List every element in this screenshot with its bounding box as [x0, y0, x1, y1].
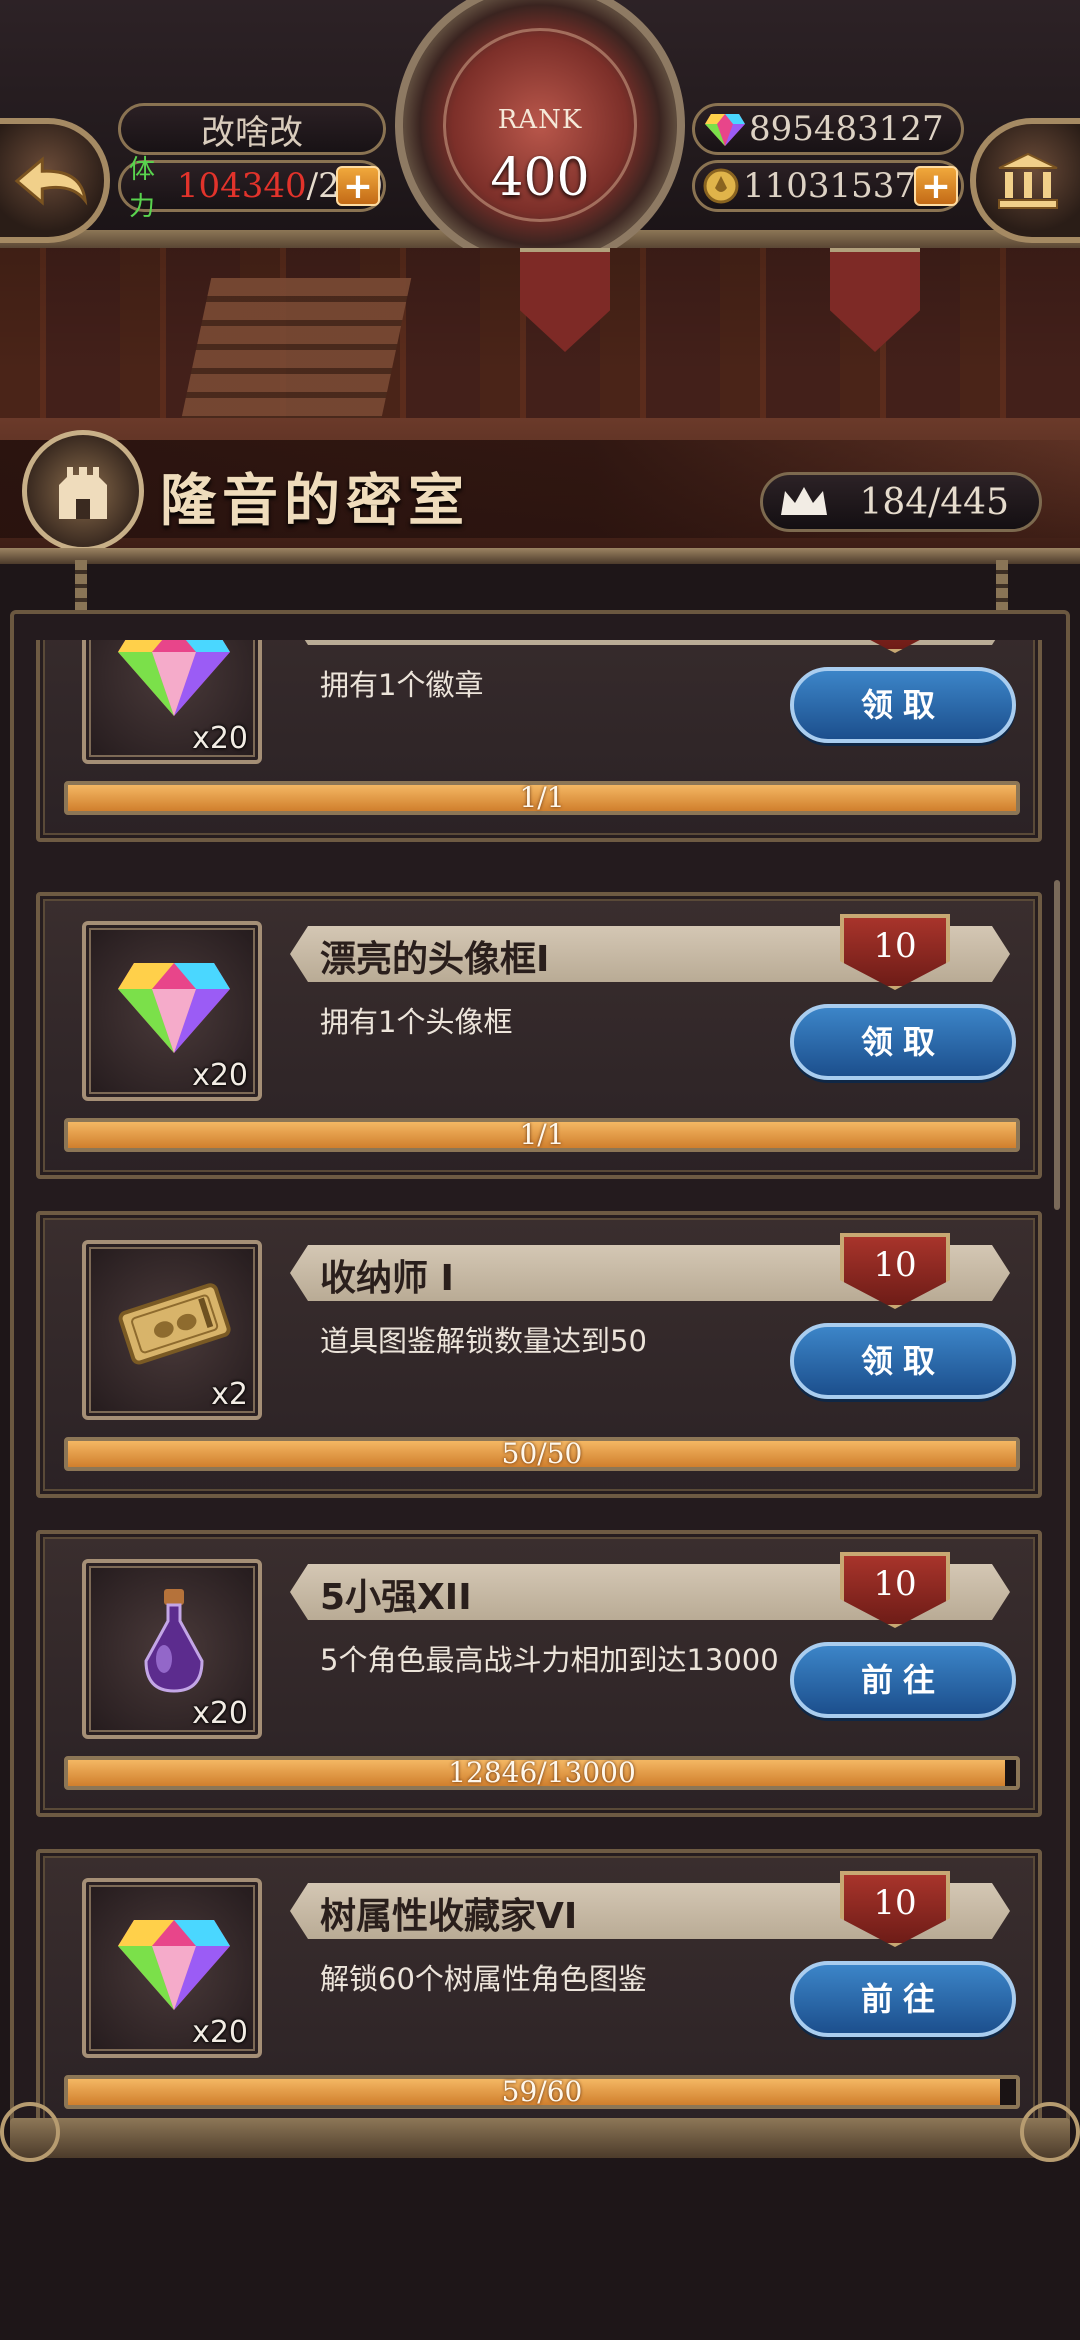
reward-slot[interactable]: x20: [82, 1559, 262, 1739]
collection-count: 184/445: [859, 481, 1009, 523]
chain-decoration: [75, 560, 87, 610]
panel-bottom-frame: [0, 2102, 1080, 2162]
quest-description: 拥有1个头像框: [320, 1005, 513, 1039]
potion-icon: [144, 1589, 204, 1693]
quest-description: 5个角色最高战斗力相加到达13000: [320, 1643, 779, 1677]
gem-display: 895483127: [692, 103, 964, 155]
banner-flag: [520, 248, 610, 352]
gem-icon: [705, 112, 745, 146]
quest-progress-bar: 1/1: [64, 781, 1020, 815]
room-title: 隆音的密室: [160, 468, 470, 534]
stamina-label: 体力: [129, 155, 156, 222]
stamina-current: 104340: [176, 166, 307, 206]
ticket-icon: [118, 1283, 231, 1365]
progress-text: 59/60: [501, 2075, 583, 2108]
reward-quantity: x20: [192, 1696, 248, 1731]
progress-text: 1/1: [519, 1118, 565, 1151]
claim-button[interactable]: 领取: [790, 1323, 1016, 1399]
reward-quantity: x20: [192, 721, 248, 756]
gem-icon: [118, 640, 230, 716]
go-button[interactable]: 前往: [790, 1961, 1016, 2037]
reward-slot[interactable]: x20: [82, 921, 262, 1101]
quest-description: 解锁60个树属性角色图鉴: [320, 1962, 647, 1996]
quest-title: 漂亮的头像框I: [320, 939, 550, 980]
crown-icon: [779, 485, 829, 519]
claim-button[interactable]: 领取: [790, 667, 1016, 743]
reward-slot[interactable]: x20: [82, 1878, 262, 2058]
reward-slot[interactable]: x20: [82, 640, 262, 764]
add-stamina-button[interactable]: +: [336, 166, 380, 206]
chain-decoration: [996, 560, 1008, 610]
quest-card: x2 收纳师 I 10 道具图鉴解锁数量达到50 领取 50/50: [36, 1211, 1042, 1498]
player-name: 改啥改: [118, 103, 386, 155]
progress-text: 12846/13000: [448, 1756, 636, 1789]
rank-label: RANK: [497, 105, 583, 135]
quest-progress-bar: 12846/13000: [64, 1756, 1020, 1790]
progress-text: 50/50: [501, 1437, 583, 1470]
rank-emblem: RANK 400: [395, 0, 685, 290]
reward-quantity: x2: [211, 1377, 248, 1412]
reward-quantity: x20: [192, 1058, 248, 1093]
quest-card: x20 5小强XII 10 5个角色最高战斗力相加到达13000 前往 1284…: [36, 1530, 1042, 1817]
gold-coin-icon: [703, 168, 739, 204]
gem-count: 895483127: [749, 109, 944, 149]
back-arrow-icon: [14, 155, 88, 206]
quest-progress-bar: 50/50: [64, 1437, 1020, 1471]
gem-icon: [118, 963, 230, 1053]
quest-progress-bar: 1/1: [64, 1118, 1020, 1152]
castle-crest-icon: [22, 430, 144, 552]
collection-progress: 184/445: [760, 472, 1042, 532]
museum-icon: [998, 152, 1058, 209]
quest-description: 拥有1个徽章: [320, 668, 484, 702]
quest-list[interactable]: x20 10 拥有1个徽章 领取 1/1 x20 漂亮的头像框I 10 拥有1个…: [36, 640, 1042, 2118]
rank-gear-icon: [395, 0, 685, 270]
quest-progress-bar: 59/60: [64, 2075, 1020, 2109]
progress-text: 1/1: [519, 781, 565, 814]
quest-card: x20 10 拥有1个徽章 领取 1/1: [36, 640, 1042, 842]
banner-frame: [0, 548, 1080, 564]
reward-quantity: x20: [192, 2015, 248, 2050]
quest-title: 收纳师 I: [320, 1258, 454, 1299]
quest-card: x20 漂亮的头像框I 10 拥有1个头像框 领取 1/1: [36, 892, 1042, 1179]
gem-icon: [118, 1920, 230, 2010]
list-scrollbar[interactable]: [1054, 880, 1060, 1210]
banner-flag: [830, 248, 920, 352]
quest-title: 树属性收藏家VI: [320, 1896, 578, 1937]
add-gold-button[interactable]: +: [914, 166, 958, 206]
reward-slot[interactable]: x2: [82, 1240, 262, 1420]
go-button[interactable]: 前往: [790, 1642, 1016, 1718]
quest-description: 道具图鉴解锁数量达到50: [320, 1324, 647, 1358]
quest-card: x20 树属性收藏家VI 10 解锁60个树属性角色图鉴 前往 59/60: [36, 1849, 1042, 2118]
quest-title: 5小强XII: [320, 1577, 472, 1618]
claim-button[interactable]: 领取: [790, 1004, 1016, 1080]
rank-value: 400: [490, 148, 590, 208]
